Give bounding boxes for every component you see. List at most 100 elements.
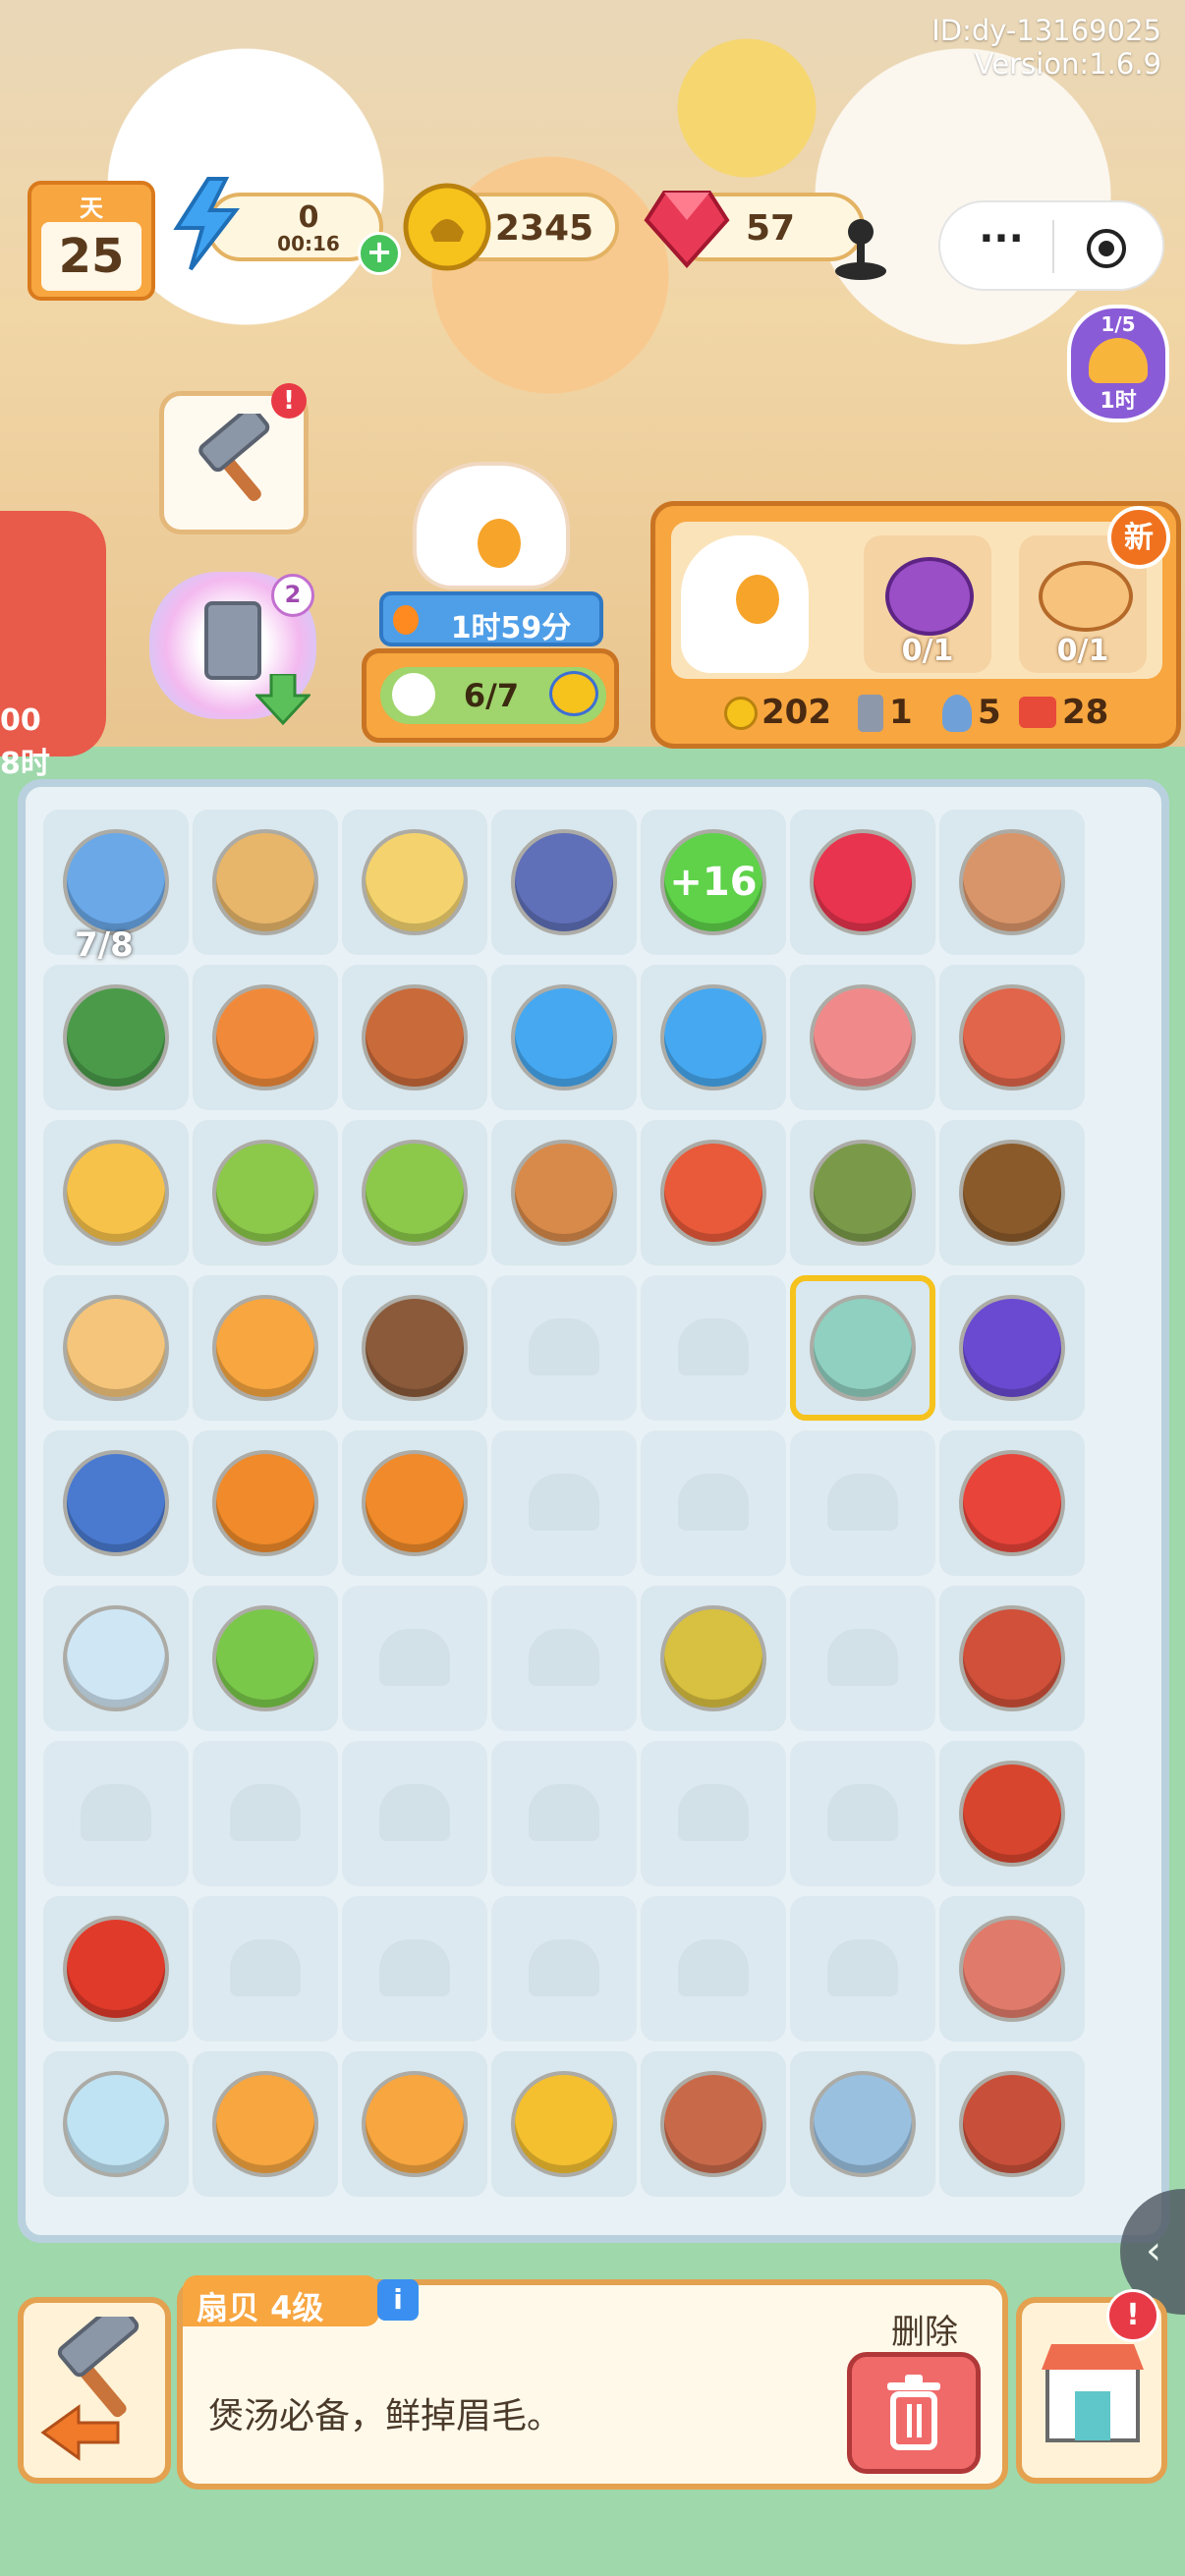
board-cell-sausage[interactable] xyxy=(939,1586,1085,1731)
board-cell-oven[interactable] xyxy=(43,1430,189,1576)
board-cell-pork[interactable] xyxy=(939,2051,1085,2197)
board-cell-energy[interactable] xyxy=(641,965,786,1110)
bacon-icon xyxy=(963,988,1061,1087)
board-cell-salad[interactable] xyxy=(193,965,338,1110)
board-cell-custard[interactable] xyxy=(342,2051,487,2197)
blueberry-icon xyxy=(963,1299,1061,1397)
reward-progress: 1/5 xyxy=(1100,312,1136,336)
board-cell-squid[interactable] xyxy=(790,965,935,1110)
board-cell-ice[interactable] xyxy=(43,2051,189,2197)
board-cell-empty[interactable] xyxy=(193,1741,338,1886)
reward-chest[interactable]: 1/5 1时 xyxy=(1067,305,1169,422)
board-cell-station[interactable] xyxy=(193,810,338,955)
board-cell-empty[interactable] xyxy=(491,1430,637,1576)
build-button[interactable] xyxy=(18,2297,171,2484)
day-number: 25 xyxy=(41,222,141,291)
board-cell-fish[interactable] xyxy=(641,1120,786,1265)
station-icon xyxy=(216,833,314,931)
close-target-icon[interactable] xyxy=(1084,226,1129,271)
order-card[interactable]: 0/1 0/1 新 202 1 5 28 xyxy=(650,501,1181,749)
board-cell-empty[interactable] xyxy=(491,1586,637,1731)
reward-time: 1时 xyxy=(1100,389,1137,414)
board-cell-chili[interactable] xyxy=(43,1896,189,2042)
board-cell-scallop[interactable] xyxy=(790,1275,935,1421)
board-cell-empty[interactable] xyxy=(342,1741,487,1886)
capsule-divider xyxy=(1052,220,1054,273)
chef-hat-placeholder-icon xyxy=(379,1784,450,1841)
board-cell-spoon[interactable] xyxy=(491,2051,637,2197)
board-cell-empty[interactable] xyxy=(641,1275,786,1421)
cooler-icon xyxy=(67,833,165,931)
food-bowl-icon xyxy=(1039,561,1133,632)
board-cell-empty[interactable] xyxy=(342,1896,487,2042)
board-cell-pan[interactable] xyxy=(342,965,487,1110)
reward-box: 28 xyxy=(1062,693,1109,732)
item-name: 扇贝 4级 xyxy=(197,2289,324,2326)
board-cell-empty[interactable] xyxy=(790,1430,935,1576)
board-cell-parcel[interactable] xyxy=(939,810,1085,955)
reward-tool: 5 xyxy=(978,693,1001,732)
board-cell-plus[interactable]: +16 xyxy=(641,810,786,955)
board-cell-carrot[interactable] xyxy=(342,1430,487,1576)
lightning-icon xyxy=(173,177,241,271)
board-cell-empty[interactable] xyxy=(790,1896,935,2042)
board-cell-iced-drink[interactable] xyxy=(491,1120,637,1265)
chef-hat-placeholder-icon xyxy=(529,1629,599,1686)
board-cell-bowl-salad[interactable] xyxy=(193,1120,338,1265)
board-cell-jar[interactable] xyxy=(342,810,487,955)
chef-character[interactable] xyxy=(413,462,570,589)
ice-meat-icon xyxy=(814,2075,912,2173)
board-cell-meatball[interactable] xyxy=(939,1741,1085,1886)
board-cell-empty[interactable] xyxy=(342,1586,487,1731)
board-cell-steak[interactable] xyxy=(641,2051,786,2197)
board-cell-custard[interactable] xyxy=(193,2051,338,2197)
board-cell-juicer[interactable] xyxy=(43,1120,189,1265)
add-energy-button[interactable]: + xyxy=(358,232,401,275)
board-cell-apple[interactable] xyxy=(939,1430,1085,1576)
board-cell-empty[interactable] xyxy=(193,1896,338,2042)
bowl-icon xyxy=(67,1609,165,1708)
reward-card: 1 xyxy=(889,693,913,732)
delete-label: 删除 xyxy=(891,2313,958,2352)
board-cell-bowl[interactable] xyxy=(43,1586,189,1731)
board-cell-empty[interactable] xyxy=(641,1430,786,1576)
energy-big-icon xyxy=(515,988,613,1087)
chef-hat-placeholder-icon xyxy=(827,1629,898,1686)
info-icon[interactable]: i xyxy=(377,2279,419,2321)
board-cell-bacon[interactable] xyxy=(939,965,1085,1110)
board-cell-gems[interactable] xyxy=(790,810,935,955)
salad-icon xyxy=(216,988,314,1087)
board-cell-ice-meat[interactable] xyxy=(790,2051,935,2197)
board-cell-board-knife[interactable] xyxy=(43,1275,189,1421)
board-cell-empty[interactable] xyxy=(790,1741,935,1886)
board-cell-energy-big[interactable] xyxy=(491,965,637,1110)
board-cell-ribs[interactable] xyxy=(939,1896,1085,2042)
item-name-tab: 扇贝 4级 xyxy=(183,2275,379,2326)
reward-tool-icon xyxy=(942,695,972,732)
board-cell-empty[interactable] xyxy=(491,1275,637,1421)
board-cell-mushroom[interactable] xyxy=(342,1275,487,1421)
board-cell-blueberry[interactable] xyxy=(939,1275,1085,1421)
board-cell-empty[interactable] xyxy=(641,1896,786,2042)
more-menu-icon[interactable]: ··· xyxy=(970,219,1033,263)
chef-staff-panel[interactable]: 6/7 xyxy=(362,648,619,743)
board-cell-grill[interactable] xyxy=(491,810,637,955)
left-event-panel[interactable]: 00 8时 xyxy=(0,511,106,781)
board-cell-empty[interactable] xyxy=(491,1741,637,1886)
order-request-1[interactable]: 0/1 xyxy=(864,535,991,673)
joystick-icon[interactable] xyxy=(831,216,890,283)
board-cell-corn[interactable] xyxy=(641,1586,786,1731)
board-cell-blender[interactable] xyxy=(43,965,189,1110)
board-cell-lettuce[interactable] xyxy=(193,1586,338,1731)
board-cell-bass[interactable] xyxy=(790,1120,935,1265)
board-cell-coffee[interactable] xyxy=(939,1120,1085,1265)
board-cell-bowl-salad[interactable] xyxy=(342,1120,487,1265)
bowl-salad-icon xyxy=(366,1144,464,1242)
board-cell-empty[interactable] xyxy=(43,1741,189,1886)
board-cell-cart[interactable] xyxy=(193,1430,338,1576)
board-cell-empty[interactable] xyxy=(641,1741,786,1886)
board-cell-basket[interactable] xyxy=(193,1275,338,1421)
board-cell-empty[interactable] xyxy=(491,1896,637,2042)
board-cell-empty[interactable] xyxy=(790,1586,935,1731)
delete-button[interactable] xyxy=(847,2352,981,2474)
